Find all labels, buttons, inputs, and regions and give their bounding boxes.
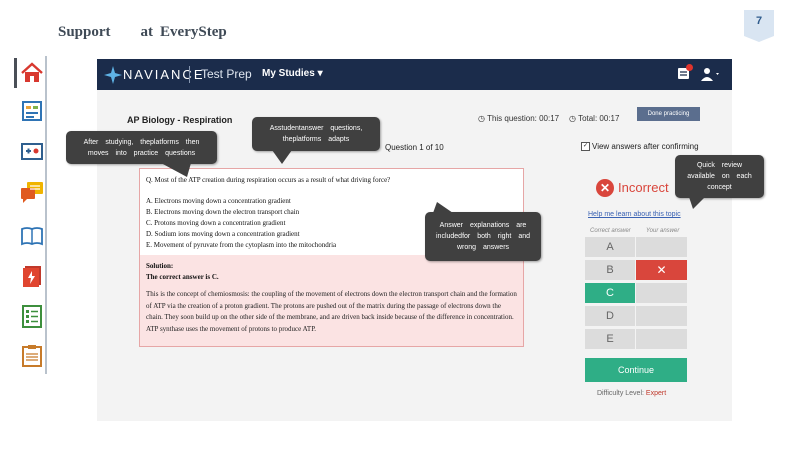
correct-answer-line: The correct answer is C. [146,273,219,281]
solution-explanation: This is the concept of chemiosmosis: the… [146,290,517,333]
your-answer-cell [636,283,687,303]
rail-divider [45,56,47,374]
quiz-icon[interactable] [20,99,44,123]
column-header-your: Your answer [646,228,680,234]
question-timer: ◷ This question: 00:17 [478,114,560,123]
your-answer-cell [636,329,687,349]
correct-answer-cell: D [585,306,635,326]
course-title: AP Biology - Respiration [127,115,233,125]
callout-tail [433,202,453,213]
your-answer-cell [636,237,687,257]
checklist-icon[interactable] [20,304,44,328]
callout-tail [272,150,292,164]
correct-answer-cell: C [585,283,635,303]
correct-answer-cell: E [585,329,635,349]
answer-choice: A. Electrons moving down a concentration… [146,197,291,205]
correct-answer-cell: A [585,237,635,257]
correct-answer-cell: B [585,260,635,280]
chat-icon[interactable] [20,180,44,204]
notification-badge [686,64,693,71]
solution-title: Solution: [146,262,174,270]
brand-name: NAVIANCE [123,67,205,82]
wrong-mark-icon: ✕ [656,263,667,277]
question-text: Q. Most of the ATP creation during respi… [146,176,391,184]
my-studies-menu[interactable]: My Studies ▾ [262,68,323,79]
callout-tail [689,197,705,209]
view-answers-toggle[interactable]: ✓ View answers after confirming [581,142,699,152]
user-menu-icon[interactable] [701,67,721,81]
difficulty-value: Expert [645,390,667,397]
clock-icon: ◷ [478,114,488,123]
slide-title-word: at [140,24,154,40]
page-number-badge: 7 [744,10,774,42]
home-icon[interactable] [20,61,44,85]
learn-topic-link[interactable]: Help me learn about this topic [588,211,681,218]
product-name: Test Prep [201,67,252,81]
answer-choice: C. Protons moving down a concentration g… [146,219,286,227]
incorrect-icon: ✕ [596,179,614,197]
naviance-logo-icon [104,66,122,84]
answer-choice: E. Movement of pyruvate from the cytopla… [146,241,337,249]
brand-separator [189,66,190,83]
your-answer-cell [636,306,687,326]
your-answer-wrong-cell: ✕ [636,260,687,280]
callout-explanations: Answer explanations are includedfor both… [425,202,541,261]
checkbox-checked-icon[interactable]: ✓ [581,142,590,152]
solution-panel: Solution: The correct answer is C. This … [139,255,524,347]
continue-button[interactable]: Continue [585,358,687,382]
callout-tail [161,163,191,177]
study-icon[interactable] [20,139,44,163]
result-status: Incorrect [618,180,669,195]
top-navbar: NAVIANCE Test Prep My Studies ▾ [97,59,732,90]
slide-title: Support at EveryStep [58,24,227,41]
difficulty-level: Difficulty Level: Expert [597,390,667,397]
clipboard-icon[interactable] [20,343,44,367]
callout-review: Quick review available on each concept [675,155,764,209]
done-practicing-button[interactable]: Done practicing [637,107,700,121]
answer-choice: B. Electrons moving down the electron tr… [146,208,300,216]
flashcard-icon[interactable] [20,264,44,288]
clock-icon: ◷ [569,114,579,123]
app-window: NAVIANCE Test Prep My Studies ▾ AP Biolo… [97,59,732,421]
answer-choice: D. Sodium ions moving down a concentrati… [146,230,300,238]
column-header-correct: Correct answer [590,228,631,234]
rail-active-indicator [14,58,17,88]
callout-adaptive: Asstudentanswer questions, theplatforms … [252,117,380,164]
slide-title-word: EveryStep [160,24,227,40]
question-counter: Question 1 of 10 [385,143,444,152]
total-timer: ◷ Total: 00:17 [569,114,620,123]
slide-title-word: Support [58,24,111,40]
callout-practice: After studying, theplatforms then moves … [66,131,217,177]
book-icon[interactable] [20,224,44,248]
